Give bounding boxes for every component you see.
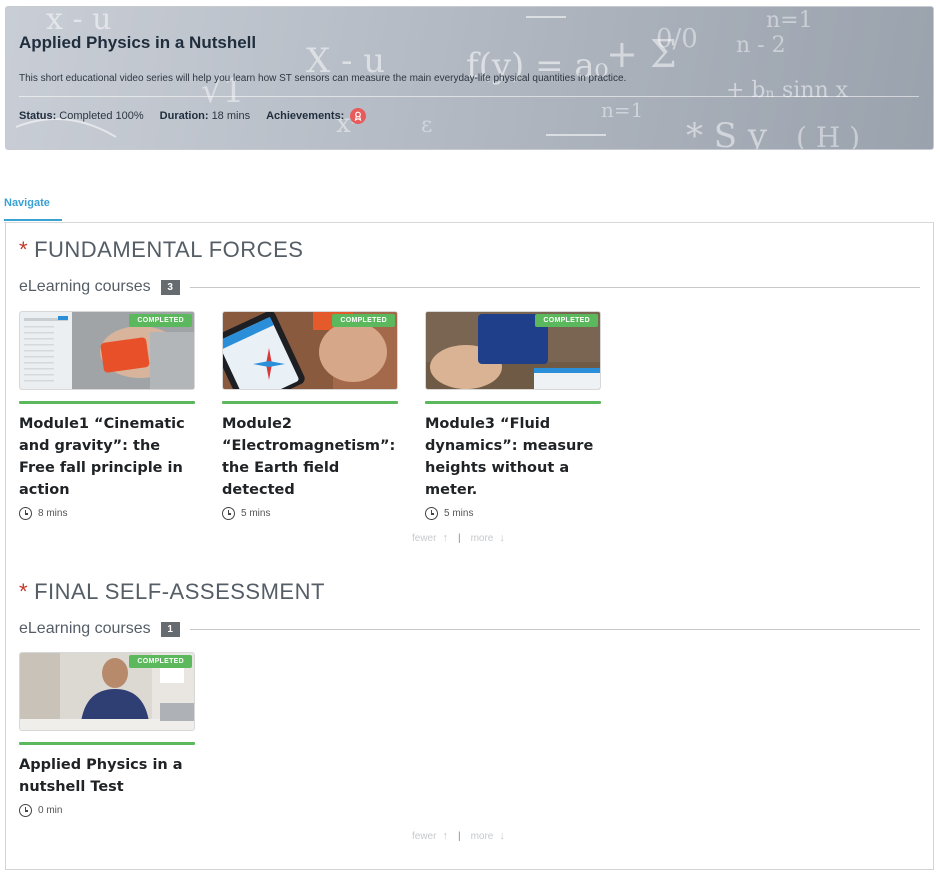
more-label: more [470, 831, 494, 842]
section-title-final-self-assessment: * FINAL SELF-ASSESSMENT [19, 579, 325, 605]
course-duration: 8 mins [19, 507, 195, 520]
course-duration: 5 mins [222, 507, 398, 520]
pager-separator: | [457, 532, 461, 544]
svg-text:n=1: n=1 [766, 8, 813, 33]
duration-text: 0 min [38, 805, 63, 816]
clock-icon [19, 507, 32, 520]
completed-badge: COMPLETED [332, 314, 395, 327]
course-duration: 5 mins [425, 507, 601, 520]
course-card-module1[interactable]: COMPLETED Module1 “Cinematic and gravity… [19, 311, 195, 520]
tab-navigate[interactable]: Navigate [4, 197, 62, 221]
svg-text:n=1: n=1 [601, 98, 643, 122]
progress-bar [19, 401, 195, 404]
achievements-label: Achievements: [266, 110, 345, 122]
star-icon: * [19, 237, 29, 262]
course-card-module3[interactable]: COMPLETED Module3 “Fluid dynamics”: meas… [425, 311, 601, 520]
svg-text:0/0: 0/0 [656, 24, 698, 54]
course-title-link[interactable]: Module2 “Electromagnetism”: the Earth fi… [222, 413, 398, 501]
svg-text:* S y: * S y [686, 116, 768, 150]
completed-badge: COMPLETED [129, 314, 192, 327]
section-title-text: FUNDAMENTAL FORCES [34, 237, 304, 262]
course-meta: Status: Completed 100% Duration: 18 mins… [19, 108, 382, 124]
achievements-group: Achievements: [266, 108, 367, 124]
subhead-divider [189, 286, 920, 288]
svg-text:( H ): ( H ) [796, 121, 860, 150]
duration-group: Duration: 18 mins [160, 110, 250, 122]
course-thumbnail[interactable]: COMPLETED [19, 311, 195, 390]
duration-text: 5 mins [241, 508, 271, 519]
duration-text: 8 mins [38, 508, 68, 519]
more-button[interactable]: more ↓ [471, 830, 505, 842]
course-thumbnail[interactable]: COMPLETED [425, 311, 601, 390]
more-label: more [470, 533, 494, 544]
section-subhead: eLearning courses 1 [19, 620, 920, 638]
arrow-down-icon: ↓ [499, 532, 505, 544]
course-title-link[interactable]: Applied Physics in a nutshell Test [19, 754, 195, 798]
header-divider [19, 96, 919, 97]
completed-badge: COMPLETED [535, 314, 598, 327]
pager-section2: fewer ↑ | more ↓ [412, 830, 505, 842]
status-group: Status: Completed 100% [19, 110, 144, 122]
arrow-down-icon: ↓ [499, 830, 505, 842]
course-duration: 0 min [19, 804, 195, 817]
pager-separator: | [457, 830, 461, 842]
course-card-final-test[interactable]: COMPLETED Applied Physics in a nutshell … [19, 652, 195, 817]
course-count-badge: 3 [160, 279, 180, 295]
clock-icon [425, 507, 438, 520]
svg-text:+ bₙ sinn x: + bₙ sinn x [726, 78, 849, 103]
star-icon: * [19, 579, 29, 604]
progress-bar [222, 401, 398, 404]
award-ribbon-icon[interactable] [350, 108, 367, 124]
arrow-up-icon: ↑ [442, 532, 448, 544]
duration-label: Duration: [159, 110, 209, 122]
course-description: This short educational video series will… [19, 73, 627, 84]
course-thumbnail[interactable]: COMPLETED [222, 311, 398, 390]
fewer-button[interactable]: fewer ↑ [412, 532, 448, 544]
status-label: Status: [19, 110, 57, 122]
course-title-link[interactable]: Module1 “Cinematic and gravity”: the Fre… [19, 413, 195, 501]
duration-text: 5 mins [444, 508, 474, 519]
course-header-banner: x - u X - u f(y) = a₀ + Σ 0/0 + bₙ sinn … [5, 6, 934, 150]
section-title-fundamental-forces: * FUNDAMENTAL FORCES [19, 237, 303, 263]
course-content-panel: *FUNDAMENTAL FORCES eLearning courses 3 [5, 223, 934, 870]
course-title-link[interactable]: Module3 “Fluid dynamics”: measure height… [425, 413, 601, 501]
section-title-text: FINAL SELF-ASSESSMENT [34, 579, 325, 604]
clock-icon [222, 507, 235, 520]
fewer-button[interactable]: fewer ↑ [412, 830, 448, 842]
course-title: Applied Physics in a Nutshell [19, 33, 257, 52]
section-subhead: eLearning courses 3 [19, 278, 920, 296]
svg-text:n - 2: n - 2 [736, 33, 786, 58]
fewer-label: fewer [412, 533, 437, 544]
pager-section1: fewer ↑ | more ↓ [412, 532, 505, 544]
subhead-label: eLearning courses [19, 620, 151, 637]
subhead-divider [189, 628, 920, 630]
course-card-module2[interactable]: COMPLETED Module2 “Electromagnetism”: th… [222, 311, 398, 520]
progress-bar [19, 742, 195, 745]
duration-value: 18 mins [211, 110, 251, 122]
subhead-label: eLearning courses [19, 278, 151, 295]
fewer-label: fewer [412, 831, 437, 842]
course-thumbnail[interactable]: COMPLETED [19, 652, 195, 731]
arrow-up-icon: ↑ [442, 830, 448, 842]
status-value: Completed 100% [59, 110, 144, 122]
completed-badge: COMPLETED [129, 655, 192, 668]
clock-icon [19, 804, 32, 817]
svg-text:ε: ε [421, 113, 432, 138]
course-count-badge: 1 [160, 621, 180, 637]
more-button[interactable]: more ↓ [471, 532, 505, 544]
progress-bar [425, 401, 601, 404]
